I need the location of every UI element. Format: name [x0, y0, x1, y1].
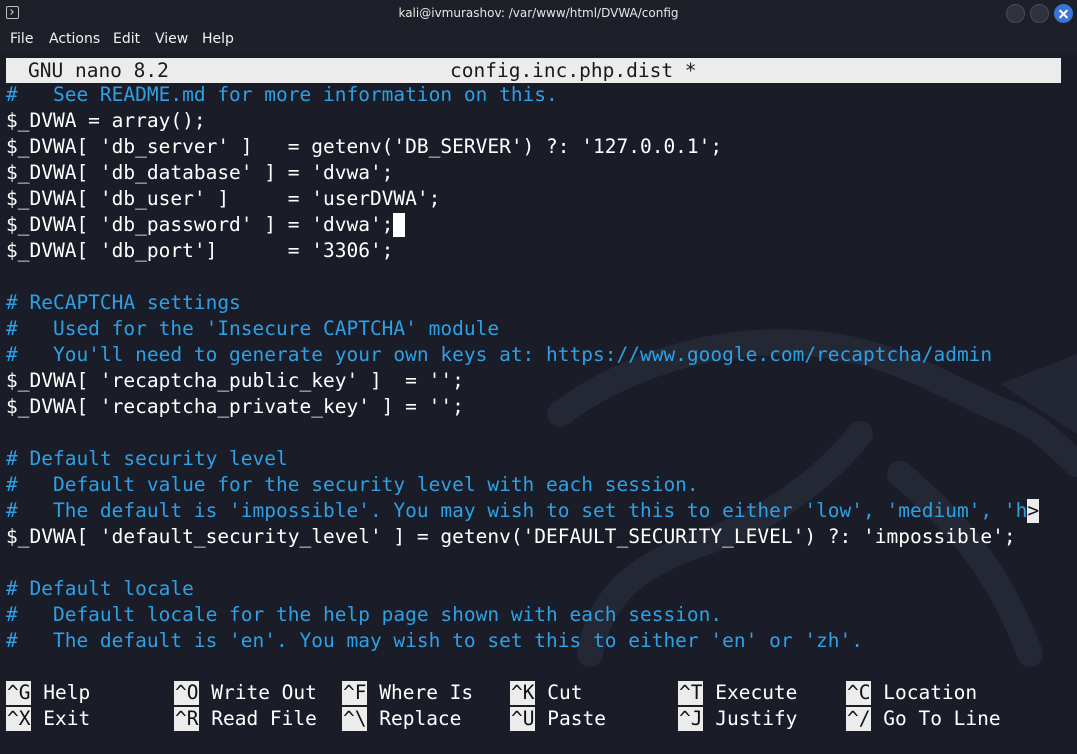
menu-bar: File Actions Edit View Help [0, 27, 1077, 54]
editor-line-text: # The default is 'impossible'. You may w… [6, 499, 1028, 522]
editor-line-text: $_DVWA[ 'db_password' ] = 'dvwa'; [6, 213, 394, 236]
shortcut-replace[interactable]: ^\ Replace [342, 706, 461, 732]
shortcut-key: ^J [678, 707, 704, 731]
shortcut-write-out[interactable]: ^O Write Out [174, 680, 317, 706]
shortcut-label: Read File [211, 707, 317, 730]
shortcut-label: Help [43, 681, 91, 704]
editor-line: # You'll need to generate your own keys … [6, 343, 993, 366]
menu-actions[interactable]: Actions [49, 31, 100, 47]
editor-line: $_DVWA = array(); [6, 109, 206, 132]
shortcut-help[interactable]: ^G Help [6, 680, 90, 706]
menu-file[interactable]: File [10, 31, 33, 47]
editor-line: $_DVWA[ 'db_server' ] = getenv('DB_SERVE… [6, 135, 723, 158]
shortcut-label: Where Is [379, 681, 474, 704]
editor-line: # ReCAPTCHA settings [6, 291, 241, 314]
menu-view[interactable]: View [155, 31, 188, 47]
shortcut-key: ^O [174, 681, 200, 705]
shortcut-key: ^\ [342, 707, 368, 731]
editor-line: $_DVWA[ 'default_security_level' ] = get… [6, 525, 1016, 548]
shortcut-justify[interactable]: ^J Justify [678, 706, 797, 732]
menu-help[interactable]: Help [202, 31, 234, 47]
nano-version: GNU nano 8.2 [28, 59, 169, 82]
editor-line: $_DVWA[ 'db_user' ] = 'userDVWA'; [6, 187, 441, 210]
maximize-icon[interactable] [1030, 4, 1049, 23]
shortcut-key: ^U [510, 707, 536, 731]
shortcut-read-file[interactable]: ^R Read File [174, 706, 317, 732]
shortcut-where-is[interactable]: ^F Where Is [342, 680, 473, 706]
shortcut-key: ^G [6, 681, 32, 705]
editor-line: # Default locale [6, 577, 194, 600]
title-bar: kali@ivmurashov: /var/www/html/DVWA/conf… [0, 0, 1077, 27]
editor-line-overflowing: # The default is 'impossible'. You may w… [6, 498, 1040, 524]
shortcut-key: ^X [6, 707, 32, 731]
shortcut-key: ^/ [846, 707, 872, 731]
nano-header: GNU nano 8.2 config.inc.php.dist * [6, 58, 1061, 83]
editor-line: # Default security level [6, 447, 288, 470]
line-overflow-indicator: > [1027, 499, 1040, 523]
editor-line: # Default value for the security level w… [6, 473, 699, 496]
shortcut-cut[interactable]: ^K Cut [510, 680, 582, 706]
editor-line: # The default is 'en'. You may wish to s… [6, 629, 864, 652]
shortcut-label: Execute [715, 681, 798, 704]
terminal-area[interactable]: GNU nano 8.2 config.inc.php.dist * # See… [0, 54, 1077, 754]
editor-line: $_DVWA[ 'recaptcha_private_key' ] = ''; [6, 395, 464, 418]
shortcut-paste[interactable]: ^U Paste [510, 706, 606, 732]
shortcut-label: Replace [379, 707, 462, 730]
shortcut-label: Justify [715, 707, 798, 730]
shortcut-label: Write Out [211, 681, 317, 704]
editor-line: # Used for the 'Insecure CAPTCHA' module [6, 317, 500, 340]
editor-line: $_DVWA[ 'db_database' ] = 'dvwa'; [6, 161, 394, 184]
shortcut-exit[interactable]: ^X Exit [6, 706, 90, 732]
editor-line: $_DVWA[ 'db_port'] = '3306'; [6, 239, 394, 262]
close-icon[interactable] [1054, 4, 1073, 23]
shortcut-label: Location [883, 681, 978, 704]
shortcut-label: Cut [547, 681, 583, 704]
shortcut-execute[interactable]: ^T Execute [678, 680, 797, 706]
shortcut-label: Go To Line [883, 707, 1001, 730]
shortcut-key: ^R [174, 707, 200, 731]
shortcut-go-to-line[interactable]: ^/ Go To Line [846, 706, 1001, 732]
shortcut-label: Exit [43, 707, 91, 730]
minimize-icon[interactable] [1006, 4, 1025, 23]
shortcut-location[interactable]: ^C Location [846, 680, 977, 706]
text-cursor [393, 213, 406, 237]
nano-filename: config.inc.php.dist * [450, 59, 697, 82]
shortcut-key: ^K [510, 681, 536, 705]
menu-edit[interactable]: Edit [113, 31, 140, 47]
shortcut-key: ^F [342, 681, 368, 705]
window-title: kali@ivmurashov: /var/www/html/DVWA/conf… [398, 6, 679, 20]
shortcut-key: ^C [846, 681, 872, 705]
shortcut-label: Paste [547, 707, 606, 730]
shortcut-key: ^T [678, 681, 704, 705]
editor-line-with-cursor: $_DVWA[ 'db_password' ] = 'dvwa'; [6, 212, 406, 238]
editor-line: $_DVWA[ 'recaptcha_public_key' ] = ''; [6, 369, 464, 392]
editor-line: # See README.md for more information on … [6, 83, 558, 106]
editor-line: # Default locale for the help page shown… [6, 603, 723, 626]
